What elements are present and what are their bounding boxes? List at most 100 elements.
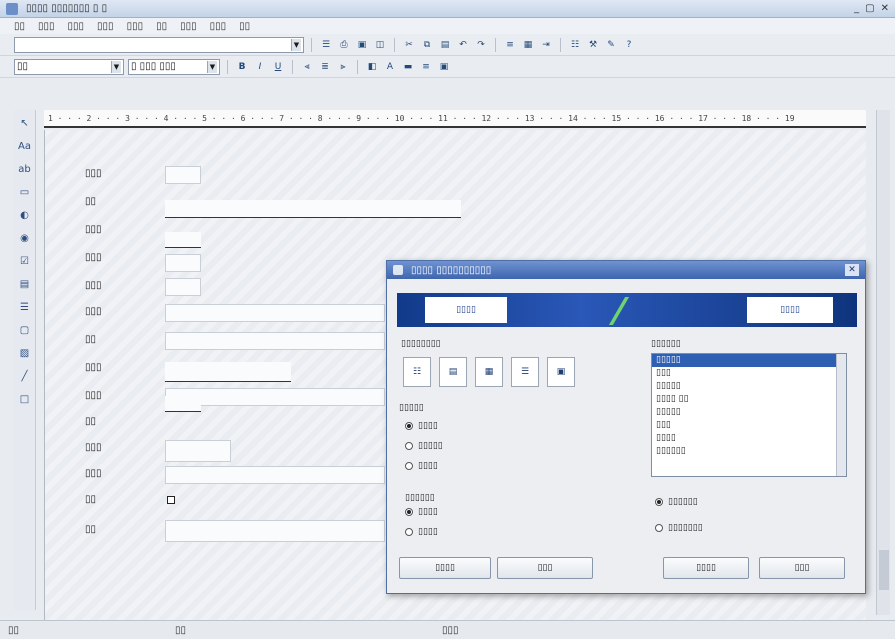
field-label[interactable]: ▯▯▯	[85, 306, 102, 317]
form-field[interactable]	[165, 166, 201, 184]
textbox-tool-icon[interactable]: ab	[18, 162, 32, 176]
italic-icon[interactable]: I	[253, 60, 267, 74]
form-field[interactable]	[165, 254, 201, 272]
properties-icon[interactable]: ☰	[319, 38, 333, 52]
field-label[interactable]: ▯▯▯	[85, 280, 102, 291]
menu-item[interactable]: ▯▯▯	[127, 21, 144, 32]
form-field[interactable]	[165, 332, 385, 350]
toggle-tool-icon[interactable]: ◐	[18, 208, 32, 222]
preview-icon[interactable]: ◫	[373, 38, 387, 52]
minimize-button[interactable]: _	[854, 3, 859, 14]
special-effect-icon[interactable]: ▣	[437, 60, 451, 74]
list-item[interactable]: ▯▯▯▯▯	[652, 380, 846, 393]
list-item[interactable]: ▯▯▯▯▯	[652, 406, 846, 419]
list-tool-icon[interactable]: ☰	[18, 300, 32, 314]
form-field[interactable]	[165, 200, 461, 218]
align-left-icon[interactable]: ⫷	[300, 60, 314, 74]
field-label[interactable]: ▯▯▯	[85, 442, 102, 453]
rectangle-tool-icon[interactable]: □	[18, 392, 32, 406]
close-button[interactable]: ✕	[881, 3, 889, 14]
field-label[interactable]: ▯▯▯	[85, 362, 102, 373]
menu-item[interactable]: ▯▯▯	[38, 21, 55, 32]
form-field[interactable]	[165, 232, 201, 248]
scrollbar-thumb[interactable]	[879, 550, 889, 590]
menu-item[interactable]: ▯▯	[239, 21, 250, 32]
listbox-scrollbar[interactable]	[836, 354, 846, 476]
toolbox-icon[interactable]: ⚒	[586, 38, 600, 52]
form-field[interactable]	[165, 278, 201, 296]
group-tool-icon[interactable]: ▭	[18, 185, 32, 199]
align-icon[interactable]: ≡	[503, 38, 517, 52]
line-tool-icon[interactable]: ╱	[18, 369, 32, 383]
label-tool-icon[interactable]: Aa	[18, 139, 32, 153]
font-combo[interactable]: ▯▯ ▼	[14, 58, 124, 75]
select-icon[interactable]: ↖	[18, 116, 32, 130]
layout-custom-icon[interactable]: ▣	[547, 357, 575, 387]
style-radio[interactable]: ▯▯▯▯	[405, 461, 438, 471]
cancel-button[interactable]: ▯▯▯	[759, 557, 845, 579]
maximize-button[interactable]: ▢	[865, 3, 874, 14]
radio-tool-icon[interactable]: ◉	[18, 231, 32, 245]
align-right-icon[interactable]: ⫸	[336, 60, 350, 74]
next-button[interactable]: ▯▯▯	[497, 557, 593, 579]
vertical-scrollbar[interactable]	[876, 110, 890, 615]
field-label[interactable]: ▯▯	[85, 334, 96, 345]
menu-item[interactable]: ▯▯▯	[180, 21, 197, 32]
autoformat-icon[interactable]: ✎	[604, 38, 618, 52]
list-item[interactable]: ▯▯▯▯▯▯	[652, 445, 846, 458]
option-radio[interactable]: ▯▯▯▯	[405, 527, 438, 537]
layout-tabular-icon[interactable]: ▤	[439, 357, 467, 387]
combo-tool-icon[interactable]: ▤	[18, 277, 32, 291]
list-item[interactable]: ▯▯▯▯ ▯▯	[652, 393, 846, 406]
save-icon[interactable]: ▣	[355, 38, 369, 52]
paste-icon[interactable]: ▤	[438, 38, 452, 52]
field-label[interactable]: ▯▯▯	[85, 224, 102, 235]
grid-icon[interactable]: ▦	[521, 38, 535, 52]
align-center-icon[interactable]: ≣	[318, 60, 332, 74]
style-listbox[interactable]: ▯▯▯▯▯ ▯▯▯ ▯▯▯▯▯ ▯▯▯▯ ▯▯ ▯▯▯▯▯ ▯▯▯ ▯▯▯▯ ▯…	[651, 353, 847, 477]
option-radio-right[interactable]: ▯▯▯▯▯▯▯	[655, 523, 703, 533]
menu-item[interactable]: ▯▯▯	[68, 21, 85, 32]
form-field[interactable]	[165, 466, 385, 484]
menu-item[interactable]: ▯▯	[14, 21, 25, 32]
print-icon[interactable]: ⎙	[337, 38, 351, 52]
form-field[interactable]	[165, 440, 231, 462]
redo-icon[interactable]: ↷	[474, 38, 488, 52]
checkbox-tool-icon[interactable]: ☑	[18, 254, 32, 268]
field-label[interactable]: ▯▯	[85, 494, 96, 505]
field-label[interactable]: ▯▯	[85, 416, 96, 427]
menu-item[interactable]: ▯▯▯	[97, 21, 114, 32]
bold-icon[interactable]: B	[235, 60, 249, 74]
button-tool-icon[interactable]: ▢	[18, 323, 32, 337]
line-color-icon[interactable]: ▬	[401, 60, 415, 74]
list-item[interactable]: ▯▯▯▯	[652, 432, 846, 445]
option-radio[interactable]: ▯▯▯▯	[405, 507, 438, 517]
fill-color-icon[interactable]: ◧	[365, 60, 379, 74]
form-checkbox[interactable]	[167, 496, 175, 504]
field-label[interactable]: ▯▯▯	[85, 468, 102, 479]
list-item[interactable]: ▯▯▯	[652, 419, 846, 432]
form-field[interactable]	[165, 362, 291, 382]
layout-justified-icon[interactable]: ☰	[511, 357, 539, 387]
option-radio-right[interactable]: ▯▯▯▯▯▯	[655, 497, 698, 507]
dialog-close-button[interactable]: ✕	[845, 264, 859, 276]
list-item[interactable]: ▯▯▯	[652, 367, 846, 380]
undo-icon[interactable]: ↶	[456, 38, 470, 52]
line-width-icon[interactable]: ≡	[419, 60, 433, 74]
cut-icon[interactable]: ✂	[402, 38, 416, 52]
menu-item[interactable]: ▯▯▯	[210, 21, 227, 32]
layout-columnar-icon[interactable]: ☷	[403, 357, 431, 387]
copy-icon[interactable]: ⧉	[420, 38, 434, 52]
field-label[interactable]: ▯▯	[85, 196, 96, 207]
form-field[interactable]	[165, 396, 201, 412]
back-button[interactable]: ▯▯▯▯	[399, 557, 491, 579]
field-list-icon[interactable]: ☷	[568, 38, 582, 52]
form-field[interactable]	[165, 520, 385, 542]
style-radio[interactable]: ▯▯▯▯▯	[405, 441, 443, 451]
help-icon[interactable]: ?	[622, 38, 636, 52]
image-tool-icon[interactable]: ▨	[18, 346, 32, 360]
tab-order-icon[interactable]: ⇥	[539, 38, 553, 52]
font-color-icon[interactable]: A	[383, 60, 397, 74]
underline-icon[interactable]: U	[271, 60, 285, 74]
style-radio[interactable]: ▯▯▯▯	[405, 421, 438, 431]
